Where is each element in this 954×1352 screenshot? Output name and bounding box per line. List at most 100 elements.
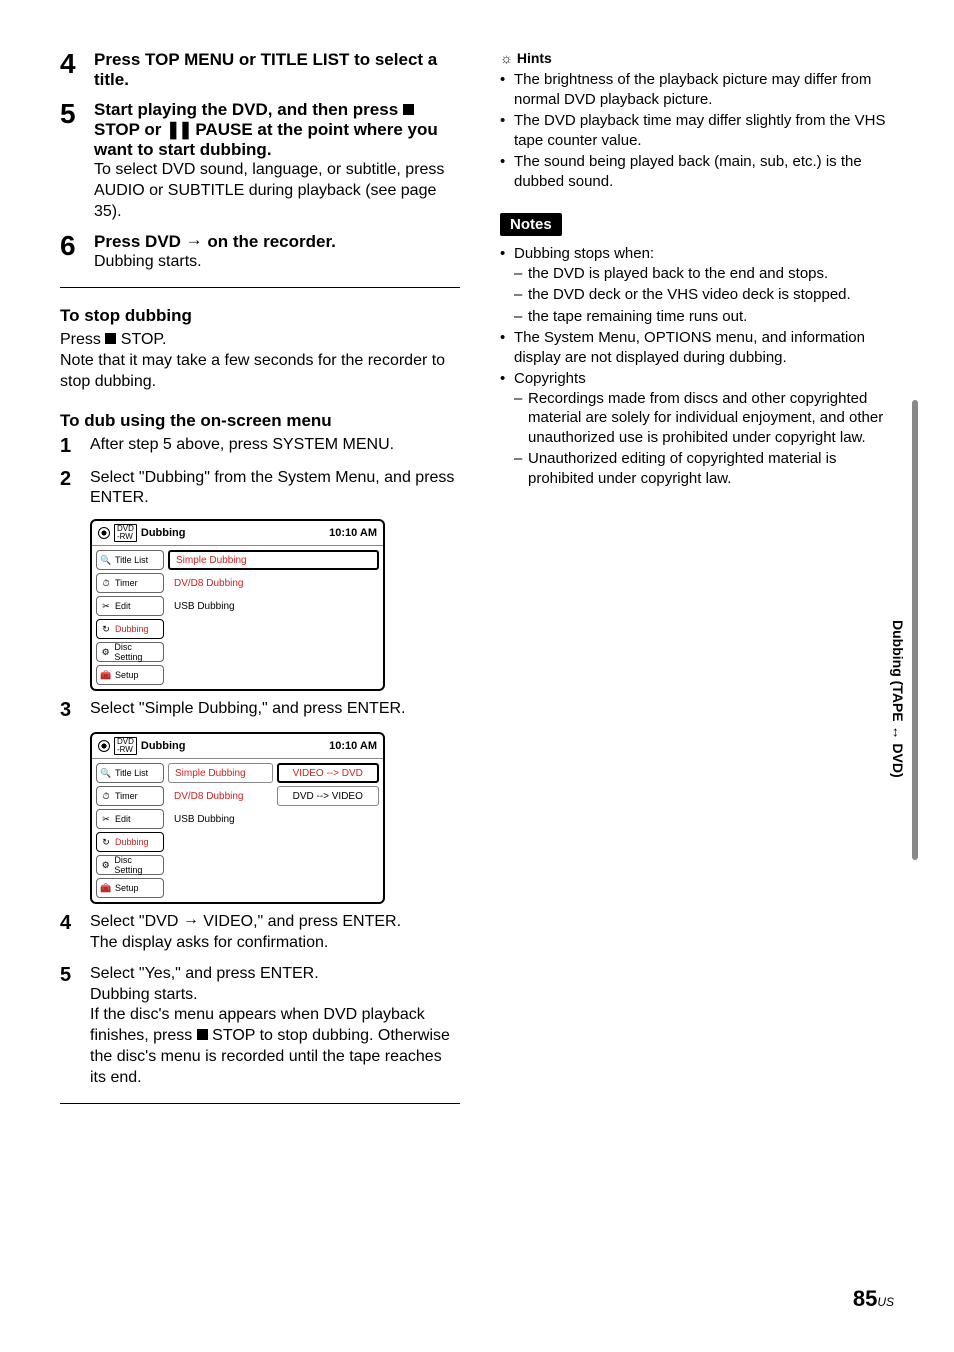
substep-5: 5 Select "Yes," and press ENTER. Dubbing… [60,964,460,1089]
magnifier-icon: 🔍 [100,767,112,779]
dvd-rw-icon: DVD-RW [114,737,137,755]
substep-3: 3 Select "Simple Dubbing," and press ENT… [60,699,460,722]
step-6-text: Dubbing starts. [94,252,460,273]
notes-list: Dubbing stops when: the DVD is played ba… [500,244,900,488]
menu-header: DVD-RW Dubbing 10:10 AM [92,734,383,759]
dvd-rw-icon: DVD-RW [114,524,137,542]
menu-side-label: Disc Setting [114,855,160,875]
menu-side-label: Dubbing [115,837,149,847]
sub5-a: Select "Yes," and press ENTER. [90,965,319,982]
disc-gear-icon: ⚙ [100,859,111,871]
menu-side-label: Timer [115,791,138,801]
arrow-right-icon: → [183,910,199,931]
menu-side-dubbing: ↻Dubbing [96,832,164,852]
menu-option-simple-dubbing: Simple Dubbing [168,763,273,783]
menu-side-label: Dubbing [115,624,149,634]
menu-sidebar: 🔍Title List ⏱Timer ✂Edit ↻Dubbing ⚙Disc … [96,550,164,685]
stop-icon [197,1029,208,1040]
disc-arrow-icon: ↻ [100,836,112,848]
menu-side-setup: 🧰Setup [96,878,164,898]
step-4-title: Press TOP MENU or TITLE LIST to select a… [94,50,460,90]
step-4: 4 Press TOP MENU or TITLE LIST to select… [60,50,460,90]
menu-option-usb-dubbing: USB Dubbing [168,596,379,616]
substep-4: 4 Select "DVD → VIDEO," and press ENTER.… [60,912,460,954]
left-column: 4 Press TOP MENU or TITLE LIST to select… [60,50,460,1118]
menu-header: DVD-RW Dubbing 10:10 AM [92,521,383,546]
menu-side-dubbing: ↻Dubbing [96,619,164,639]
substep-2-text: Select "Dubbing" from the System Menu, a… [90,468,460,510]
menu-side-label: Setup [115,670,139,680]
step-5: 5 Start playing the DVD, and then press … [60,100,460,222]
sub4-b: VIDEO," and press ENTER. [199,913,401,930]
note-subitem: the tape remaining time runs out. [514,307,900,327]
right-column: ☼ Hints The brightness of the playback p… [500,50,900,1118]
menu-side-edit: ✂Edit [96,809,164,829]
substep-number: 1 [60,435,80,458]
system-menu-screenshot-1: DVD-RW Dubbing 10:10 AM 🔍Title List ⏱Tim… [90,519,385,691]
menu-main: Simple Dubbing VIDEO --> DVD DV/D8 Dubbi… [168,763,379,898]
divider [60,287,460,288]
menu-side-timer: ⏱Timer [96,786,164,806]
clock-icon: ⏱ [100,790,112,802]
toolbox-icon: 🧰 [100,882,112,894]
system-menu-screenshot-2: DVD-RW Dubbing 10:10 AM 🔍Title List ⏱Tim… [90,732,385,904]
menu-option-usb-dubbing: USB Dubbing [168,809,379,829]
menu-option-dvd-to-video: DVD --> VIDEO [277,786,380,806]
scissors-icon: ✂ [100,813,112,825]
note-subitem: the DVD is played back to the end and st… [514,264,900,284]
menu-main: Simple Dubbing DV/D8 Dubbing USB Dubbing [168,550,379,685]
hint-item: The brightness of the playback picture m… [500,70,900,109]
step-5-title: Start playing the DVD, and then press ST… [94,100,460,160]
notes-heading: Notes [500,213,562,236]
step-5-text: To select DVD sound, language, or subtit… [94,160,460,222]
substep-1: 1 After step 5 above, press SYSTEM MENU. [60,435,460,458]
arrow-right-icon: → [186,230,203,250]
bulb-icon: ☼ [500,50,513,66]
substep-number: 4 [60,912,80,954]
step-number: 6 [60,232,84,273]
note-item: Copyrights Recordings made from discs an… [500,369,900,488]
stop-dubbing-text: Press STOP. Note that it may take a few … [60,330,460,392]
disc-icon [98,527,110,539]
menu-title: Dubbing [141,740,186,752]
menu-side-disc-setting: ⚙Disc Setting [96,855,164,875]
hints-heading: ☼ Hints [500,50,900,66]
menu-side-label: Edit [115,601,131,611]
menu-side-label: Setup [115,883,139,893]
substep-4-text: Select "DVD → VIDEO," and press ENTER. T… [90,912,460,954]
note3-sublist: Recordings made from discs and other cop… [514,389,900,489]
menu-side-setup: 🧰Setup [96,665,164,685]
menu-side-label: Timer [115,578,138,588]
menu-side-label: Disc Setting [114,642,160,662]
substep-number: 3 [60,699,80,722]
step-number: 4 [60,50,84,90]
menu-side-edit: ✂Edit [96,596,164,616]
step6-part2: on the recorder. [203,232,336,251]
substep-number: 5 [60,964,80,1089]
note-subitem: Recordings made from discs and other cop… [514,389,900,448]
hint-item: The DVD playback time may differ slightl… [500,111,900,150]
divider [60,1103,460,1104]
hint-item: The sound being played back (main, sub, … [500,152,900,191]
stop-text-a: Press [60,331,105,348]
disc-arrow-icon: ↻ [100,623,112,635]
stop-text-b: STOP. [116,331,166,348]
side-tab-label: Dubbing (TAPE ↔ DVD) [890,620,906,778]
substep-2: 2 Select "Dubbing" from the System Menu,… [60,468,460,510]
page-number-value: 85 [853,1286,877,1311]
stop-dubbing-heading: To stop dubbing [60,306,460,326]
disc-icon [98,740,110,752]
substep-5-text: Select "Yes," and press ENTER. Dubbing s… [90,964,460,1089]
sub4-c: The display asks for confirmation. [90,934,328,951]
page-number: 85US [853,1286,894,1312]
disc-gear-icon: ⚙ [100,646,111,658]
step5-part1: Start playing the DVD, and then press [94,100,403,119]
menu-side-disc-setting: ⚙Disc Setting [96,642,164,662]
menu-time: 10:10 AM [329,527,377,539]
scissors-icon: ✂ [100,600,112,612]
menu-side-timer: ⏱Timer [96,573,164,593]
menu-option-dvd8-dubbing: DV/D8 Dubbing [168,573,379,593]
step6-part1: Press DVD [94,232,186,251]
menu-time: 10:10 AM [329,740,377,752]
pause-icon: ❚❚ [166,120,191,140]
